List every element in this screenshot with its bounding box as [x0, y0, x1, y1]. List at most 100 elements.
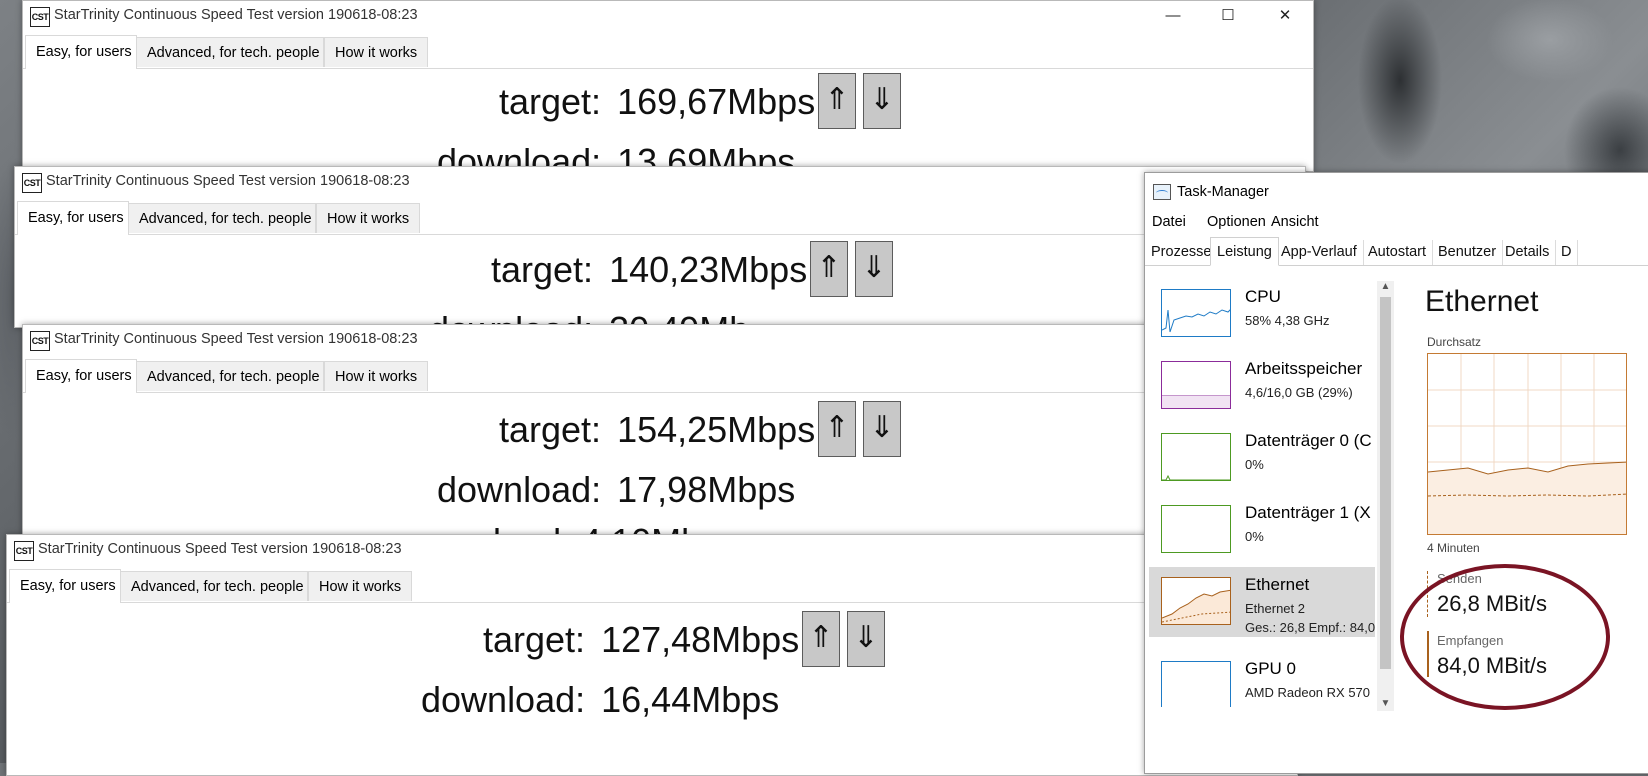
target-value: 127,48Mbps	[601, 619, 800, 660]
perf-item-sub: 0%	[1245, 529, 1264, 544]
speedtest-window-4[interactable]: CST StarTrinity Continuous Speed Test ve…	[6, 534, 1298, 776]
target-row: target: 127,48Mbps	[483, 619, 799, 661]
decrease-target-button[interactable]: ⇓	[863, 401, 901, 457]
app-icon: CST	[30, 331, 50, 351]
tab-advanced[interactable]: Advanced, for tech. people	[128, 203, 316, 233]
perf-item-sub: 4,6/16,0 GB (29%)	[1245, 385, 1353, 400]
tab-strip: Prozesse Leistung App-Verlauf Autostart …	[1145, 237, 1648, 266]
target-row: target: 154,25Mbps	[499, 409, 815, 451]
scroll-down-icon[interactable]: ▼	[1380, 698, 1391, 709]
highlight-annotation-ellipse	[1400, 564, 1610, 710]
throughput-graph	[1427, 353, 1627, 535]
increase-target-button[interactable]: ⇑	[818, 401, 856, 457]
maximize-icon[interactable]: ☐	[1208, 3, 1248, 29]
window-title: Task-Manager	[1177, 184, 1269, 200]
close-icon[interactable]: ✕	[1265, 3, 1305, 29]
menu-optionen[interactable]: Optionen	[1207, 214, 1266, 230]
target-value: 140,23Mbps	[609, 249, 808, 290]
perf-item-ethernet[interactable]: Ethernet Ethernet 2 Ges.: 26,8 Empf.: 84…	[1149, 567, 1375, 637]
tab-easy[interactable]: Easy, for users	[25, 359, 137, 393]
tab-strip: Easy, for users Advanced, for tech. peop…	[15, 201, 1305, 235]
download-value: 16,44Mbps	[601, 679, 780, 720]
performance-scrollbar[interactable]: ▲ ▼	[1377, 281, 1394, 711]
perf-item-sub: 0%	[1245, 457, 1264, 472]
perf-item-sub: AMD Radeon RX 570 4%	[1245, 683, 1370, 707]
tab-how-it-works[interactable]: How it works	[324, 361, 428, 391]
tab-advanced[interactable]: Advanced, for tech. people	[136, 361, 324, 391]
perf-item-disk0[interactable]: Datenträger 0 (C 0%	[1149, 423, 1375, 493]
title-bar[interactable]: CST StarTrinity Continuous Speed Test ve…	[23, 1, 1313, 31]
scrollbar-thumb[interactable]	[1380, 297, 1391, 669]
tab-how-it-works[interactable]: How it works	[324, 37, 428, 67]
speedtest-window-3[interactable]: CST StarTrinity Continuous Speed Test ve…	[22, 324, 1314, 538]
perf-item-usage: 4%	[1245, 702, 1370, 707]
tab-strip: Easy, for users Advanced, for tech. peop…	[7, 569, 1297, 603]
memory-sparkline	[1162, 395, 1230, 408]
tab-easy[interactable]: Easy, for users	[25, 35, 137, 69]
ethernet-thumbnail	[1161, 577, 1231, 625]
app-icon: CST	[22, 173, 42, 193]
perf-item-sub: 58% 4,38 GHz	[1245, 313, 1330, 328]
perf-item-label: CPU	[1245, 287, 1281, 306]
target-row: target: 140,23Mbps	[491, 249, 807, 291]
speedtest-window-1[interactable]: CST StarTrinity Continuous Speed Test ve…	[22, 0, 1314, 172]
decrease-target-button[interactable]: ⇓	[847, 611, 885, 667]
tab-advanced[interactable]: Advanced, for tech. people	[120, 571, 308, 601]
target-value: 169,67Mbps	[617, 81, 816, 122]
title-bar[interactable]: Task-Manager	[1145, 173, 1648, 209]
window-title: StarTrinity Continuous Speed Test versio…	[38, 541, 402, 557]
increase-target-button[interactable]: ⇑	[810, 241, 848, 297]
perf-item-gpu[interactable]: GPU 0 AMD Radeon RX 570 4%	[1149, 651, 1375, 707]
increase-target-button[interactable]: ⇑	[818, 73, 856, 129]
minimize-icon[interactable]: —	[1153, 3, 1193, 29]
tab-prozesse[interactable]: Prozesse	[1145, 240, 1219, 265]
window-title: StarTrinity Continuous Speed Test versio…	[54, 331, 418, 347]
tab-benutzer[interactable]: Benutzer	[1432, 240, 1504, 265]
disk0-sparkline	[1162, 474, 1230, 480]
title-bar[interactable]: CST StarTrinity Continuous Speed Test ve…	[7, 535, 1297, 565]
perf-item-label: Arbeitsspeicher	[1245, 359, 1363, 378]
tab-details[interactable]: Details	[1499, 240, 1557, 265]
memory-thumbnail	[1161, 361, 1231, 409]
download-label: download:	[421, 679, 586, 720]
tab-autostart[interactable]: Autostart	[1362, 240, 1434, 265]
perf-item-label: Datenträger 0 (C	[1245, 431, 1372, 450]
increase-target-button[interactable]: ⇑	[802, 611, 840, 667]
download-row: download: 16,44Mbps	[421, 679, 779, 721]
tab-strip: Easy, for users Advanced, for tech. peop…	[23, 35, 1313, 69]
tab-leistung[interactable]: Leistung	[1210, 237, 1279, 266]
menu-ansicht[interactable]: Ansicht	[1271, 214, 1319, 230]
tab-how-it-works[interactable]: How it works	[316, 203, 420, 233]
cpu-thumbnail	[1161, 289, 1231, 337]
tab-how-it-works[interactable]: How it works	[308, 571, 412, 601]
perf-item-memory[interactable]: Arbeitsspeicher 4,6/16,0 GB (29%)	[1149, 351, 1375, 421]
tab-easy[interactable]: Easy, for users	[17, 201, 129, 235]
title-bar[interactable]: CST StarTrinity Continuous Speed Test ve…	[15, 167, 1305, 197]
perf-item-label: Ethernet	[1245, 575, 1310, 594]
perf-item-sub: Ethernet 2 Ges.: 26,8 Empf.: 84,0	[1245, 599, 1375, 637]
tab-app-verlauf[interactable]: App-Verlauf	[1275, 240, 1364, 265]
tab-more[interactable]: D	[1555, 240, 1579, 265]
tab-easy[interactable]: Easy, for users	[9, 569, 121, 603]
download-value: 17,98Mbps	[617, 469, 796, 510]
perf-item-disk1[interactable]: Datenträger 1 (X 0%	[1149, 495, 1375, 565]
menu-bar: Datei Optionen Ansicht	[1145, 213, 1648, 235]
decrease-target-button[interactable]: ⇓	[863, 73, 901, 129]
target-row: target: 169,67Mbps	[499, 81, 815, 123]
scroll-up-icon[interactable]: ▲	[1380, 281, 1391, 292]
menu-datei[interactable]: Datei	[1152, 214, 1186, 230]
title-bar[interactable]: CST StarTrinity Continuous Speed Test ve…	[23, 325, 1313, 355]
perf-item-cpu[interactable]: CPU 58% 4,38 GHz	[1149, 279, 1375, 349]
app-icon: CST	[30, 7, 50, 27]
disk1-thumbnail	[1161, 505, 1231, 553]
app-icon: CST	[14, 541, 34, 561]
cpu-sparkline	[1162, 309, 1230, 333]
decrease-target-button[interactable]: ⇓	[855, 241, 893, 297]
speedtest-window-2[interactable]: CST StarTrinity Continuous Speed Test ve…	[14, 166, 1306, 328]
throughput-graph-svg	[1428, 354, 1626, 534]
perf-item-label: Datenträger 1 (X	[1245, 503, 1371, 522]
target-label: target:	[491, 249, 594, 290]
target-label: target:	[499, 409, 602, 450]
tab-advanced[interactable]: Advanced, for tech. people	[136, 37, 324, 67]
gpu-thumbnail	[1161, 661, 1231, 707]
